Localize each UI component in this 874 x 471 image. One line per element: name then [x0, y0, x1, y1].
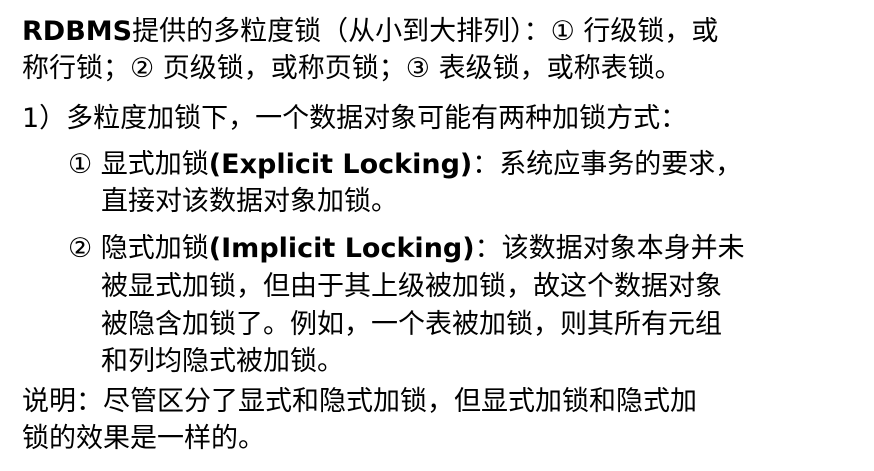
implicit-suffix: ：该数据对象本身并未	[474, 233, 745, 264]
implicit-locking-line-4: 和列均隐式被加锁。	[101, 346, 344, 377]
slide-content: RDBMS提供的多粒度锁（从小到大排列）：① 行级锁，或 称行锁；② 页级锁，或…	[0, 0, 874, 471]
point-1: 1）多粒度加锁下，一个数据对象可能有两种加锁方式：	[22, 103, 688, 134]
explicit-term: (Explicit Locking)	[208, 149, 473, 180]
intro-line-1-text: 提供的多粒度锁（从小到大排列）：① 行级锁，或	[132, 16, 719, 47]
explicit-prefix: ① 显式加锁	[68, 149, 209, 180]
intro-line-1: RDBMS提供的多粒度锁（从小到大排列）：① 行级锁，或 称行锁；② 页级锁，或…	[22, 13, 718, 87]
implicit-locking-line-1: ② 隐式加锁(Implicit Locking)：该数据对象本身并未	[68, 230, 745, 267]
note-line-1: 说明：尽管区分了显式和隐式加锁，但显式加锁和隐式加	[22, 386, 697, 417]
explicit-locking-line-1: ① 显式加锁(Explicit Locking)：系统应事务的要求，	[68, 146, 742, 183]
intro-line-2: 称行锁；② 页级锁，或称页锁；③ 表级锁，或称表锁。	[22, 53, 682, 84]
implicit-term: (Implicit Locking)	[208, 233, 475, 264]
implicit-locking-line-2: 被显式加锁，但由于其上级被加锁，故这个数据对象	[101, 271, 722, 302]
rdbms-term: RDBMS	[22, 16, 133, 47]
explicit-suffix: ：系统应事务的要求，	[472, 149, 743, 180]
implicit-prefix: ② 隐式加锁	[68, 233, 209, 264]
implicit-locking-line-3: 被隐含加锁了。例如，一个表被加锁，则其所有元组	[101, 309, 722, 340]
note-line-2: 锁的效果是一样的。	[22, 423, 265, 454]
explicit-locking-line-2: 直接对该数据对象加锁。	[101, 186, 398, 217]
